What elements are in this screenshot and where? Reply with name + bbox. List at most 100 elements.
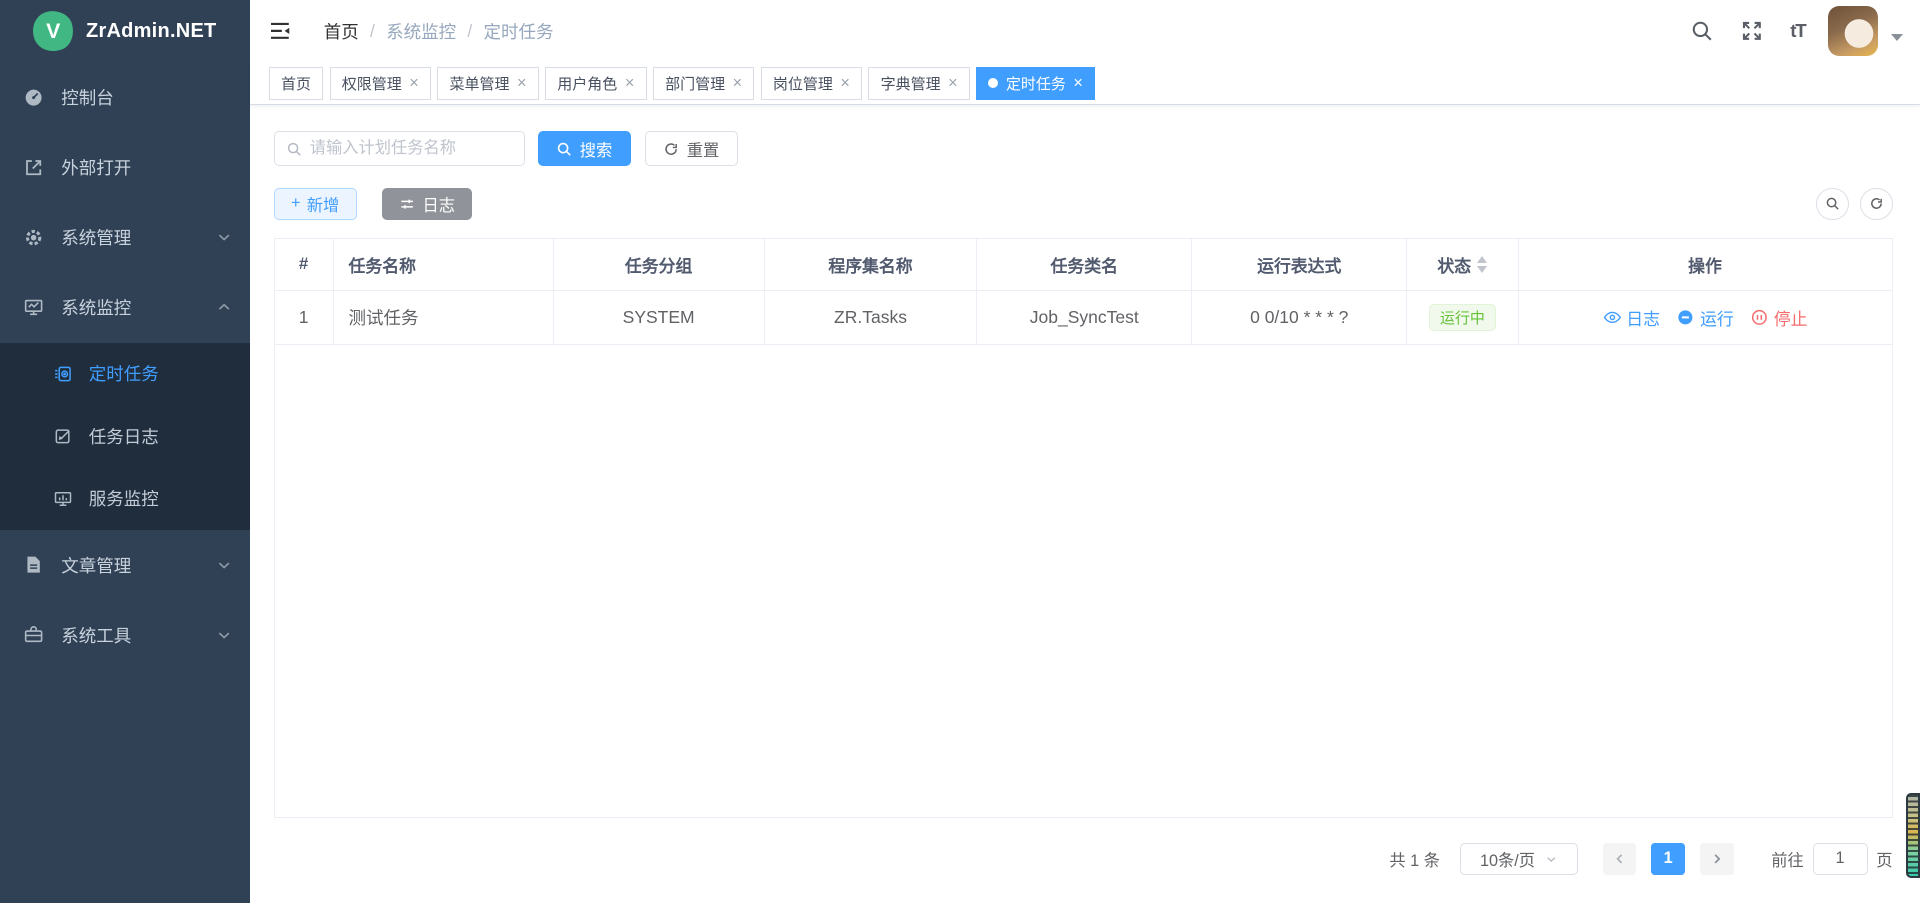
sidebar-item-label: 控制台 xyxy=(61,85,114,110)
sort-carets-icon[interactable] xyxy=(1477,256,1487,273)
row-status: 运行中 xyxy=(1407,291,1518,344)
browser-extension-widget[interactable] xyxy=(1906,793,1920,878)
tab-post-management[interactable]: 岗位管理× xyxy=(761,67,863,100)
sidebar-item-label: 文章管理 xyxy=(61,553,131,578)
row-actions: 日志 运行 停止 xyxy=(1519,291,1892,344)
page-word: 页 xyxy=(1876,847,1892,871)
page-number-1[interactable]: 1 xyxy=(1651,843,1685,876)
column-header-label: 状态 xyxy=(1437,252,1471,277)
caret-down-icon[interactable] xyxy=(1891,34,1903,41)
chevron-down-icon xyxy=(216,557,232,573)
tab-menu-management[interactable]: 菜单管理 × xyxy=(437,67,539,100)
search-button[interactable]: 搜索 xyxy=(538,131,631,166)
sidebar-item-system-tools[interactable]: 系统工具 xyxy=(0,600,250,670)
log-button-label: 日志 xyxy=(423,192,456,216)
action-label: 运行 xyxy=(1700,305,1734,330)
sort-desc-icon[interactable] xyxy=(1477,266,1487,273)
page-size-select[interactable]: 10条/页 xyxy=(1460,843,1578,876)
app-root: V ZrAdmin.NET 控制台 外部打开 系统管理 xyxy=(0,0,1920,903)
sidebar-item-external-open[interactable]: 外部打开 xyxy=(0,133,250,203)
tab-scheduled-tasks[interactable]: 定时任务× xyxy=(976,67,1095,100)
sidebar: V ZrAdmin.NET 控制台 外部打开 系统管理 xyxy=(0,0,250,903)
page-content: 搜索 重置 + 新增 日志 xyxy=(250,105,1920,903)
close-icon[interactable]: × xyxy=(517,75,527,91)
avatar[interactable] xyxy=(1828,6,1878,56)
column-header-class: 任务类名 xyxy=(977,239,1192,291)
sidebar-item-article-management[interactable]: 文章管理 xyxy=(0,530,250,600)
chevron-down-icon xyxy=(1545,853,1558,866)
sort-asc-icon[interactable] xyxy=(1477,256,1487,263)
log-button[interactable]: 日志 xyxy=(382,188,473,221)
tab-label: 菜单管理 xyxy=(450,73,510,94)
column-header-status[interactable]: 状态 xyxy=(1407,239,1518,291)
tab-label: 权限管理 xyxy=(342,73,402,94)
sidebar-item-label: 系统工具 xyxy=(61,623,131,648)
eye-icon xyxy=(1603,308,1622,327)
sliders-icon xyxy=(399,196,415,212)
tab-department-management[interactable]: 部门管理× xyxy=(653,67,755,100)
breadcrumb-system-monitor[interactable]: 系统监控 xyxy=(386,19,456,44)
sidebar-menu: 控制台 外部打开 系统管理 系 xyxy=(0,63,250,671)
tab-dict-management[interactable]: 字典管理× xyxy=(868,67,970,100)
close-icon[interactable]: × xyxy=(948,75,958,91)
sidebar-collapse-icon[interactable] xyxy=(268,19,292,43)
sidebar-item-system-monitor[interactable]: 系统监控 xyxy=(0,273,250,343)
tab-user-role[interactable]: 用户角色× xyxy=(545,67,647,100)
font-size-icon[interactable]: tT xyxy=(1790,19,1805,43)
document-icon xyxy=(23,554,44,575)
refresh-icon xyxy=(663,141,679,157)
chevron-down-icon xyxy=(216,627,232,643)
search-icon xyxy=(1825,196,1840,211)
action-label: 日志 xyxy=(1626,305,1660,330)
next-page-button[interactable] xyxy=(1700,843,1734,876)
run-icon xyxy=(1676,308,1695,327)
row-assembly: ZR.Tasks xyxy=(765,291,978,344)
tags-view-bar: 首页 权限管理 × 菜单管理 × 用户角色× 部门管理× 岗位管理× 字典管理× 定… xyxy=(250,63,1920,106)
goto-page-input[interactable] xyxy=(1813,843,1868,876)
sidebar-item-console[interactable]: 控制台 xyxy=(0,63,250,133)
reset-button-label: 重置 xyxy=(687,137,720,161)
sidebar-item-scheduled-tasks[interactable]: 定时任务 xyxy=(0,343,250,406)
chevron-up-icon xyxy=(216,299,232,315)
sidebar-item-label: 任务日志 xyxy=(89,424,159,449)
tab-home[interactable]: 首页 xyxy=(269,67,324,100)
app-logo[interactable]: V ZrAdmin.NET xyxy=(0,0,250,63)
sidebar-item-service-monitor[interactable]: 服务监控 xyxy=(0,468,250,531)
tab-label: 首页 xyxy=(281,73,311,94)
search-input[interactable] xyxy=(310,139,513,158)
sidebar-item-system-management[interactable]: 系统管理 xyxy=(0,203,250,273)
monitor-icon xyxy=(23,297,44,318)
close-icon[interactable]: × xyxy=(409,75,419,91)
add-button[interactable]: + 新增 xyxy=(274,188,357,221)
search-icon[interactable] xyxy=(1690,19,1714,43)
breadcrumb-current: 定时任务 xyxy=(484,19,554,44)
stop-task-link[interactable]: 停止 xyxy=(1750,305,1807,330)
close-icon[interactable]: × xyxy=(1073,75,1083,91)
view-log-link[interactable]: 日志 xyxy=(1603,305,1660,330)
breadcrumb-separator: / xyxy=(370,21,375,42)
search-icon xyxy=(286,141,302,157)
logo-icon: V xyxy=(30,8,76,54)
show-search-button[interactable] xyxy=(1816,188,1849,221)
breadcrumb-home[interactable]: 首页 xyxy=(324,19,359,44)
table-row: 1 测试任务 SYSTEM ZR.Tasks Job_SyncTest 0 0/… xyxy=(275,291,1892,345)
row-index: 1 xyxy=(275,291,334,344)
logo-letter: V xyxy=(46,19,60,44)
column-header-actions: 操作 xyxy=(1519,239,1892,291)
sidebar-item-task-logs[interactable]: 任务日志 xyxy=(0,405,250,468)
search-icon xyxy=(556,141,572,157)
close-icon[interactable]: × xyxy=(625,75,635,91)
run-task-link[interactable]: 运行 xyxy=(1676,305,1733,330)
close-icon[interactable]: × xyxy=(840,75,850,91)
prev-page-button[interactable] xyxy=(1603,843,1637,876)
task-name-search-field xyxy=(274,131,525,166)
chevron-left-icon xyxy=(1613,852,1627,866)
tab-permission-management[interactable]: 权限管理 × xyxy=(330,67,432,100)
refresh-table-button[interactable] xyxy=(1860,188,1893,221)
reset-button[interactable]: 重置 xyxy=(645,131,738,166)
timer-icon xyxy=(53,364,73,384)
sidebar-item-label: 系统管理 xyxy=(61,225,131,250)
close-icon[interactable]: × xyxy=(733,75,743,91)
action-label: 停止 xyxy=(1774,305,1808,330)
fullscreen-icon[interactable] xyxy=(1740,19,1764,43)
